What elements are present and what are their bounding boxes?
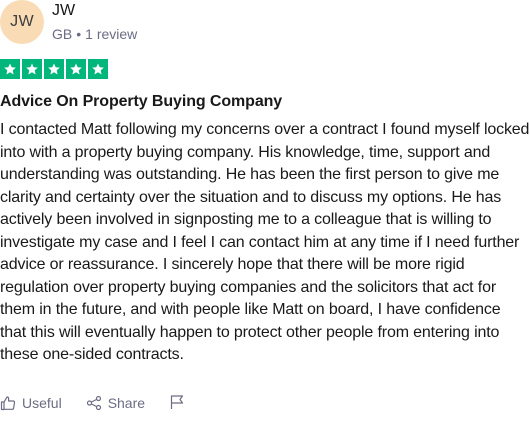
star-icon [22, 59, 42, 79]
reviewer-details: GB • 1 review [52, 25, 137, 43]
thumbs-up-icon [0, 395, 16, 411]
share-label: Share [107, 395, 146, 411]
reviewer-country: GB [52, 26, 73, 42]
reviewer-header: JW JW GB • 1 review [0, 0, 137, 44]
reviewer-meta: JW GB • 1 review [52, 0, 137, 43]
separator-dot: • [76, 26, 82, 42]
review-card: JW JW GB • 1 review Advice On Property B… [0, 0, 530, 421]
share-icon [86, 395, 102, 411]
star-icon [0, 59, 20, 79]
reviewer-name[interactable]: JW [52, 2, 137, 20]
review-title[interactable]: Advice On Property Buying Company [0, 92, 282, 112]
review-body: I contacted Matt following my concerns o… [0, 121, 530, 363]
share-button[interactable]: Share [86, 395, 145, 411]
star-icon [44, 59, 64, 79]
useful-button[interactable]: Useful [0, 395, 62, 411]
reviewer-review-count: 1 review [85, 26, 138, 42]
flag-icon [169, 394, 185, 413]
review-actions: Useful Share [0, 394, 185, 413]
star-icon [88, 59, 108, 79]
report-button[interactable] [169, 394, 185, 413]
star-rating [0, 59, 110, 79]
avatar[interactable]: JW [0, 0, 44, 44]
star-icon [66, 59, 86, 79]
useful-label: Useful [22, 395, 62, 411]
avatar-initials: JW [10, 13, 34, 30]
